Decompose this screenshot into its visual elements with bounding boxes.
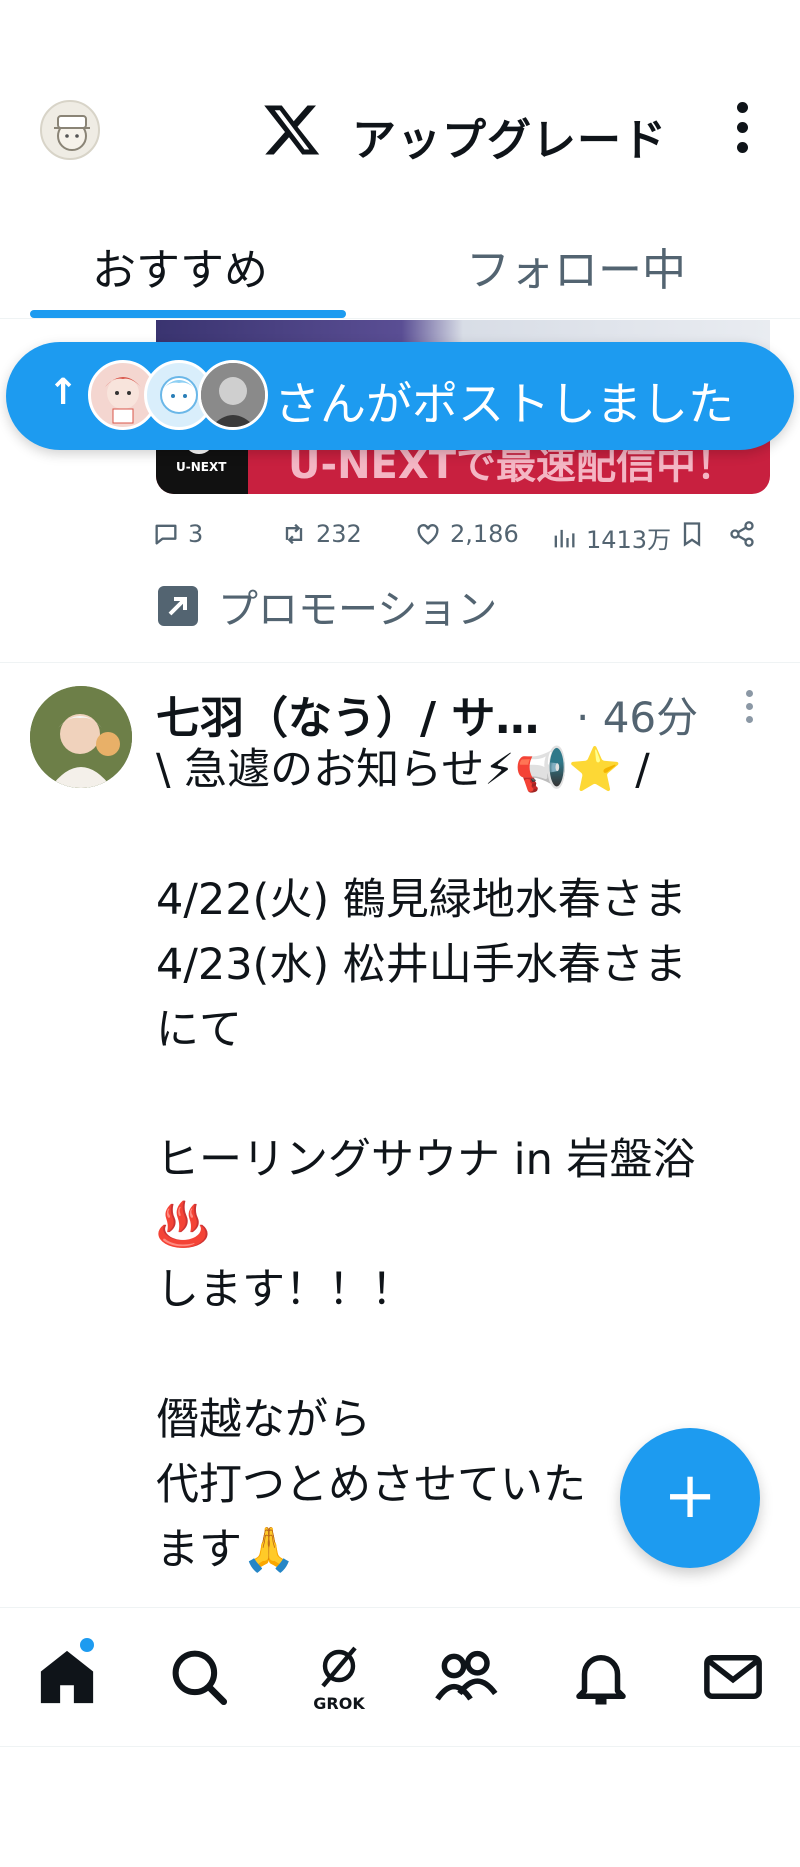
nav-messages[interactable] — [700, 1644, 766, 1710]
heart-icon — [417, 524, 439, 545]
profile-avatar[interactable] — [40, 100, 100, 160]
home-unread-dot — [80, 1638, 94, 1652]
views-icon — [554, 529, 575, 547]
upgrade-button[interactable]: アップグレード — [352, 104, 667, 168]
promotion-indicator[interactable]: プロモーション — [158, 578, 497, 634]
post-line: 4/23(水) 松井山手水春さま — [156, 940, 687, 990]
more-options-icon[interactable] — [732, 102, 752, 158]
post-line: \ 急遽のお知らせ⚡📢⭐ / — [156, 745, 650, 795]
promoted-post-actions: 3 232 2,186 1413万 — [152, 516, 772, 560]
arrow-up-icon: ↑ — [48, 372, 79, 413]
header-divider — [0, 318, 800, 319]
post-line — [156, 1323, 756, 1388]
bookmark-icon — [683, 522, 701, 547]
post-line — [156, 803, 756, 868]
search-icon — [172, 1650, 228, 1706]
bottom-navigation: GROK — [0, 1607, 800, 1747]
post-line — [156, 1063, 756, 1128]
author-name[interactable]: 七羽（なう）/ サ… — [156, 682, 539, 746]
home-icon — [40, 1650, 94, 1704]
post-line: ♨️ — [156, 1200, 210, 1250]
plus-icon: + — [663, 1459, 717, 1533]
x-logo-icon[interactable] — [262, 100, 322, 160]
promotion-label: プロモーション — [218, 587, 498, 633]
views-button[interactable]: 1413万 — [550, 520, 671, 555]
tab-for-you[interactable]: おすすめ — [92, 234, 268, 298]
post-timestamp[interactable]: · 46分 — [576, 684, 698, 745]
new-posts-text: さんがポストしました — [274, 377, 734, 431]
reply-count: 3 — [188, 520, 204, 548]
post-more-icon[interactable] — [742, 690, 756, 730]
repost-icon — [285, 523, 303, 545]
poster-avatar-3 — [198, 360, 268, 430]
post-line: します！！！ — [156, 1265, 414, 1315]
repost-button[interactable]: 232 — [280, 520, 362, 548]
communities-icon — [435, 1650, 498, 1701]
active-tab-indicator — [30, 310, 346, 318]
post-line: にて — [156, 1005, 242, 1055]
views-count: 1413万 — [586, 526, 672, 554]
grok-label: GROK — [313, 1694, 365, 1713]
grok-icon — [321, 1646, 357, 1688]
reply-icon — [155, 524, 177, 545]
like-button[interactable]: 2,186 — [414, 520, 519, 548]
nav-notifications[interactable] — [568, 1644, 634, 1710]
tab-following[interactable]: フォロー中 — [466, 234, 686, 298]
new-posts-pill[interactable]: ↑ さんがポストしました — [6, 342, 794, 450]
repost-count: 232 — [316, 520, 362, 548]
share-icon — [730, 521, 754, 547]
top-header: アップグレード おすすめ フォロー中 — [0, 0, 800, 330]
nav-search[interactable] — [166, 1644, 232, 1710]
compose-post-button[interactable]: + — [620, 1428, 760, 1568]
share-button[interactable] — [728, 520, 764, 548]
bookmark-button[interactable] — [678, 520, 714, 548]
nav-home[interactable] — [34, 1644, 100, 1710]
post-divider — [0, 662, 800, 663]
author-avatar[interactable] — [30, 686, 132, 788]
messages-icon — [704, 1655, 762, 1699]
timeline-tabs: おすすめ フォロー中 — [0, 220, 800, 320]
nav-grok[interactable]: GROK — [306, 1644, 372, 1713]
post-line: ヒーリングサウナ in 岩盤浴 — [156, 1135, 696, 1185]
reply-button[interactable]: 3 — [152, 520, 203, 548]
promoted-arrow-icon — [158, 586, 198, 626]
like-count: 2,186 — [450, 520, 519, 548]
nav-communities[interactable] — [432, 1644, 498, 1710]
post-line: 4/22(火) 鶴見緑地水春さま — [156, 875, 687, 925]
notifications-icon — [576, 1655, 626, 1705]
